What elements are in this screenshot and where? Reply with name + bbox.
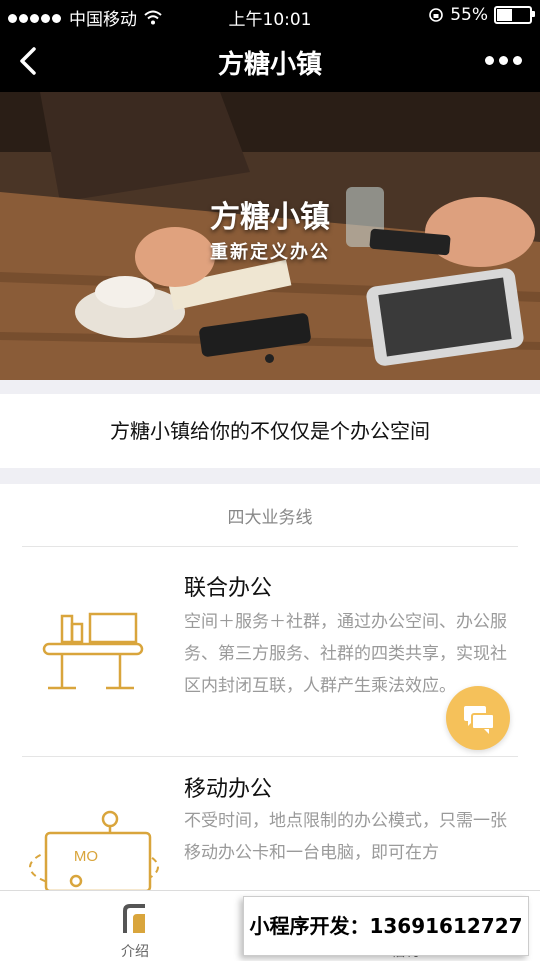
card-title: 联合办公 — [184, 576, 273, 601]
desk-icon — [42, 612, 144, 690]
battery-fill — [497, 9, 513, 21]
navigation-bar: 方糖小镇 — [0, 30, 540, 92]
chat-icon — [464, 706, 495, 734]
card-title: 移动办公 — [184, 777, 273, 802]
mobile-office-icon: MO — [29, 810, 159, 890]
hero-banner[interactable]: 方糖小镇 重新定义办公 — [0, 92, 540, 380]
carousel-indicator[interactable] — [265, 354, 274, 363]
page-title: 方糖小镇 — [217, 50, 322, 80]
rotation-lock-icon — [429, 8, 444, 22]
mobile-icon-text: MO — [74, 848, 98, 865]
status-bar: 中国移动 上午10:01 55% — [0, 0, 540, 30]
tagline: 方糖小镇给你的不仅仅是个办公空间 — [0, 394, 540, 468]
battery-icon — [494, 6, 535, 24]
banner-title: 方糖小镇 — [210, 200, 330, 235]
status-right: 55% — [428, 5, 535, 25]
chat-floating-button[interactable] — [446, 686, 510, 750]
intro-tab-icon — [123, 904, 145, 933]
more-menu-icon[interactable] — [485, 56, 522, 65]
banner-photo — [0, 92, 540, 380]
section-heading: 四大业务线 — [22, 484, 518, 547]
tab-intro[interactable]: 介绍 — [95, 891, 175, 961]
business-card-mobile[interactable]: MO 移动办公 不受时间，地点限制的办公模式，只需一张移动办公卡和一台电脑，即可… — [22, 757, 518, 890]
card-description: 不受时间，地点限制的办公模式，只需一张移动办公卡和一台电脑，即可在方 — [184, 811, 507, 863]
battery-percent: 55% — [450, 5, 488, 25]
banner-subtitle: 重新定义办公 — [210, 242, 330, 263]
promo-contact-banner[interactable]: 小程序开发：13691612727 — [243, 896, 529, 956]
tab-label: 介绍 — [121, 944, 149, 960]
business-card-cowork[interactable]: 联合办公 空间＋服务＋社群，通过办公空间、办公服务、第三方服务、社群的四类共享，… — [22, 546, 518, 757]
